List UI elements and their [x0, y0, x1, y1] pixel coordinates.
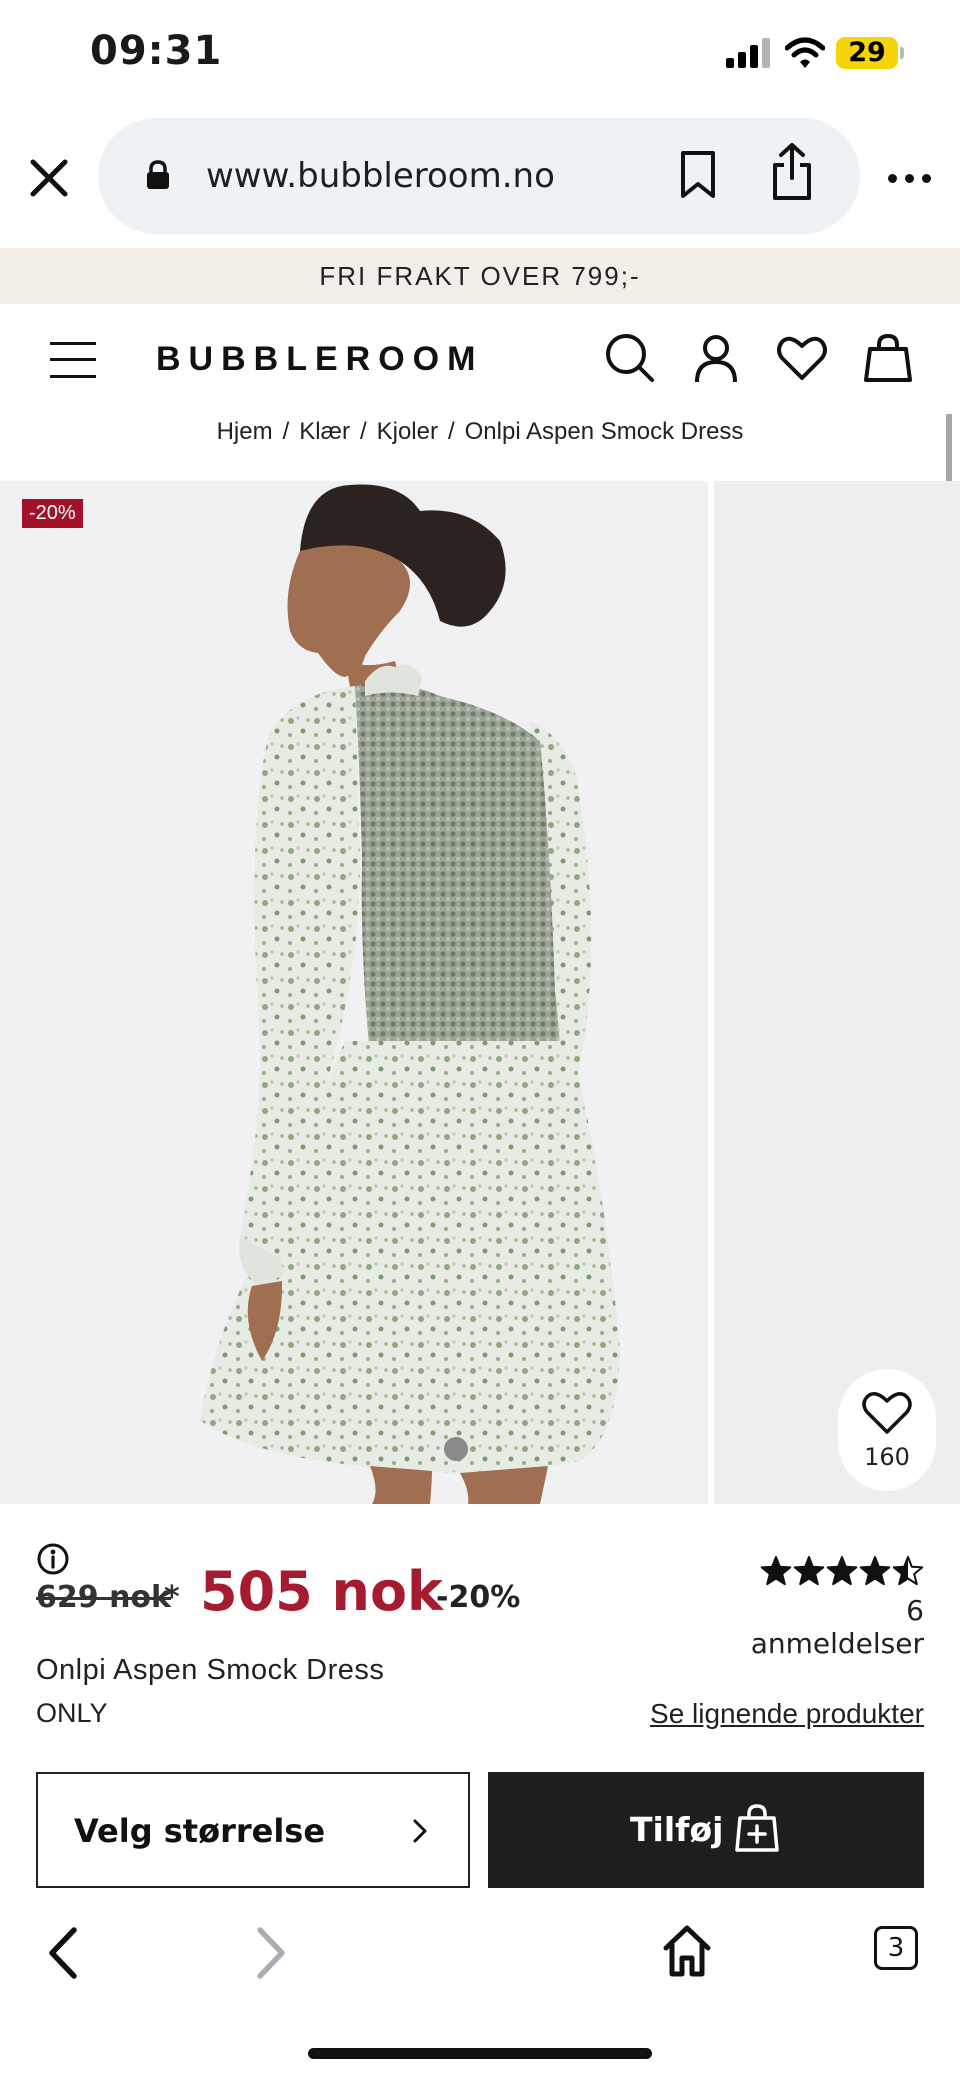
- sale-price: 505 nok: [200, 1560, 443, 1623]
- url-text: www.bubbleroom.no: [206, 156, 555, 196]
- lock-icon: [147, 160, 169, 189]
- account-icon[interactable]: [690, 332, 742, 384]
- product-image[interactable]: -20%: [0, 481, 708, 1504]
- add-to-cart-button[interactable]: Tilføj: [488, 1772, 924, 1888]
- add-to-cart-label: Tilføj: [630, 1810, 724, 1849]
- info-icon[interactable]: [36, 1542, 70, 1576]
- rating-stars[interactable]: [760, 1553, 924, 1589]
- star-icon: [892, 1556, 924, 1586]
- bookmark-icon[interactable]: [678, 150, 718, 200]
- breadcrumb-separator: /: [447, 418, 455, 445]
- breadcrumb: Hjem / Klær / Kjoler / Onlpi Aspen Smock Dress: [0, 418, 960, 466]
- address-bar[interactable]: www.bubbleroom.no: [98, 118, 860, 234]
- select-size-label: Velg størrelse: [74, 1812, 326, 1850]
- similar-products-link[interactable]: Se lignende produkter: [600, 1698, 924, 1730]
- star-icon: [859, 1556, 891, 1586]
- breadcrumb-separator: /: [359, 418, 367, 445]
- next-product-image[interactable]: [714, 481, 960, 1504]
- battery-tip: [900, 47, 904, 59]
- discount-badge: -20%: [22, 499, 83, 528]
- select-size-button[interactable]: Velg størrelse: [36, 1772, 470, 1888]
- product-brand[interactable]: ONLY: [36, 1698, 108, 1729]
- breadcrumb-separator: /: [282, 418, 290, 445]
- home-icon[interactable]: [662, 1924, 712, 1978]
- bag-plus-icon: [735, 1804, 779, 1852]
- close-icon[interactable]: [26, 155, 72, 201]
- browser-bottom-bar: 3: [0, 1896, 960, 2077]
- discount-percent: -20%: [436, 1580, 521, 1615]
- wishlist-heart-icon[interactable]: [776, 332, 828, 384]
- chevron-right-icon: [413, 1819, 427, 1843]
- more-icon[interactable]: [888, 172, 932, 186]
- breadcrumb-clothes[interactable]: Klær: [299, 418, 350, 445]
- search-icon[interactable]: [604, 332, 656, 384]
- heart-icon: [862, 1392, 912, 1434]
- shopping-bag-icon[interactable]: [862, 332, 914, 384]
- breadcrumb-current[interactable]: Onlpi Aspen Smock Dress: [465, 418, 744, 445]
- product-gallery[interactable]: -20% 160: [0, 481, 960, 1504]
- breadcrumb-home[interactable]: Hjem: [217, 418, 273, 445]
- favorite-button[interactable]: 160: [838, 1369, 936, 1491]
- breadcrumb-dresses[interactable]: Kjoler: [377, 418, 438, 445]
- tabs-icon[interactable]: 3: [874, 1926, 918, 1970]
- favorites-count: 160: [864, 1443, 910, 1471]
- browser-bar: www.bubbleroom.no: [0, 110, 960, 248]
- star-icon: [826, 1556, 858, 1586]
- signal-icon: [726, 38, 770, 68]
- status-time: 09:31: [90, 28, 223, 74]
- site-header: BUBBLEROOM: [0, 304, 960, 414]
- battery-icon: 29: [836, 37, 898, 69]
- star-icon: [760, 1556, 792, 1586]
- forward-icon[interactable]: [250, 1924, 290, 1982]
- wifi-icon: [785, 37, 825, 68]
- product-name: Onlpi Aspen Smock Dress: [36, 1654, 385, 1686]
- reviews-count[interactable]: 6 anmeldelser: [730, 1594, 924, 1660]
- status-bar: 09:31 29: [0, 0, 960, 110]
- price-asterisk: *: [164, 1580, 180, 1615]
- logo[interactable]: BUBBLEROOM: [156, 340, 483, 379]
- share-icon[interactable]: [770, 142, 814, 202]
- original-price: 629 nok: [36, 1580, 171, 1615]
- dress-model-illustration: [0, 481, 708, 1504]
- menu-icon[interactable]: [50, 342, 96, 378]
- star-icon: [793, 1556, 825, 1586]
- home-indicator: [308, 2048, 652, 2059]
- promo-banner[interactable]: FRI FRAKT OVER 799;-: [0, 248, 960, 304]
- back-icon[interactable]: [44, 1924, 84, 1982]
